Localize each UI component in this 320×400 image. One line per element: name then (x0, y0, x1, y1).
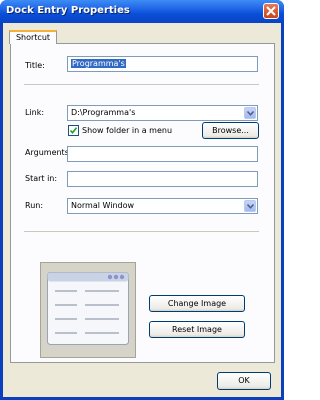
reset-image-button[interactable]: Reset Image (149, 321, 245, 338)
window-preview-icon (47, 272, 129, 345)
close-icon (266, 6, 276, 16)
link-value: D:\Programma's (71, 108, 136, 117)
link-dropdown-button[interactable] (244, 107, 256, 119)
run-combo[interactable]: Normal Window (67, 198, 258, 214)
title-bar[interactable]: Dock Entry Properties (0, 0, 284, 23)
shortcut-panel: Title: Programma's Link: D:\Programma's (10, 43, 275, 363)
image-preview (40, 262, 136, 358)
dialog-window: Dock Entry Properties Shortcut Title: Pr… (0, 0, 284, 400)
arguments-label: Arguments: (25, 148, 72, 157)
tab-shortcut-label: Shortcut (15, 33, 51, 42)
link-label: Link: (25, 108, 45, 117)
title-label: Title: (25, 61, 45, 70)
close-button[interactable] (263, 3, 279, 19)
chevron-down-icon (247, 204, 254, 209)
run-value: Normal Window (71, 201, 135, 210)
link-combo[interactable]: D:\Programma's (67, 105, 258, 121)
separator-top (24, 84, 259, 85)
run-label: Run: (25, 201, 44, 210)
browse-button[interactable]: Browse... (202, 122, 259, 139)
title-input[interactable]: Programma's (67, 56, 258, 72)
arguments-input[interactable] (67, 146, 258, 162)
separator-bottom (24, 231, 259, 232)
change-image-button[interactable]: Change Image (149, 295, 245, 312)
check-icon (69, 127, 78, 135)
dialog-client: Shortcut Title: Programma's Link: D:\Pro… (3, 23, 281, 397)
show-folder-checkbox[interactable] (68, 125, 79, 136)
run-dropdown-button[interactable] (244, 200, 256, 212)
ok-button[interactable]: OK (217, 372, 271, 390)
startin-label: Start in: (25, 174, 58, 183)
title-input-value: Programma's (71, 59, 126, 68)
chevron-down-icon (247, 111, 254, 116)
show-folder-label: Show folder in a menu (82, 126, 173, 135)
window-title: Dock Entry Properties (6, 5, 130, 16)
startin-input[interactable] (67, 171, 258, 187)
tab-shortcut[interactable]: Shortcut (9, 30, 57, 44)
